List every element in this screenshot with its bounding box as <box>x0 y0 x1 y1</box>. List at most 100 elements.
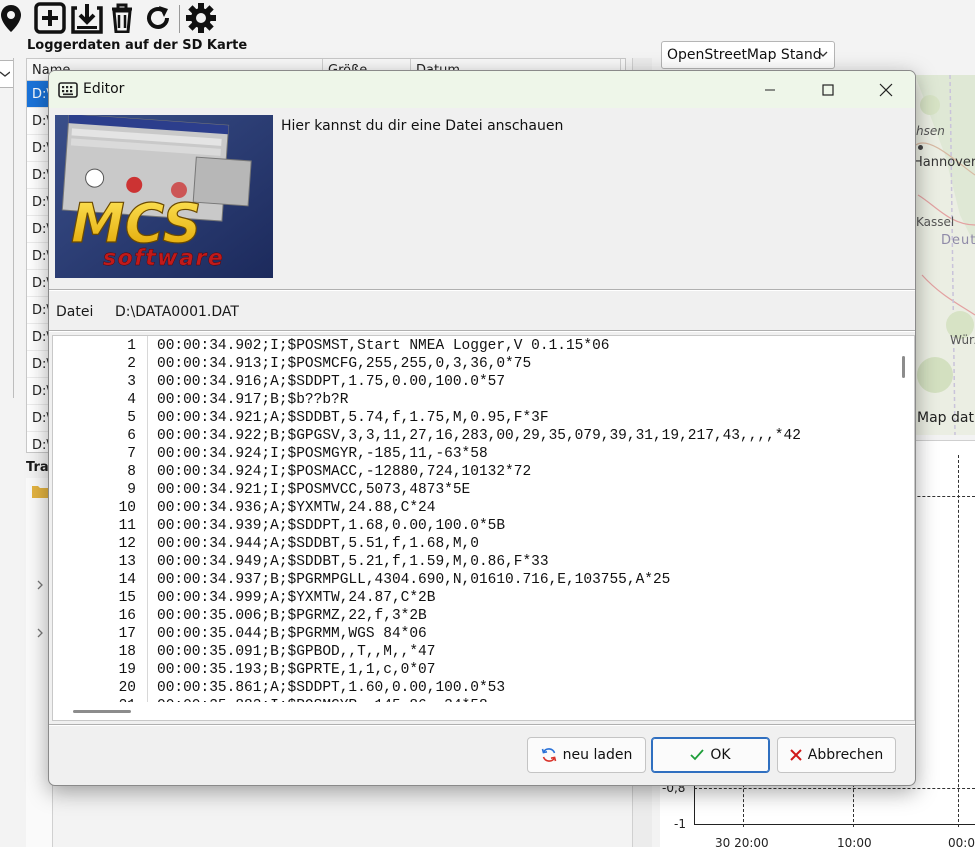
vertical-scroll-thumb[interactable] <box>902 356 905 378</box>
folder-icon <box>32 486 48 498</box>
toolbar-divider <box>179 5 180 33</box>
ok-button[interactable]: OK <box>651 737 770 773</box>
location-icon[interactable] <box>0 2 22 34</box>
horizontal-scroll-thumb[interactable] <box>73 710 131 713</box>
line-text: 00:00:34.917;B;$b??b?R <box>157 392 349 408</box>
map-label-town: Würz <box>950 333 975 347</box>
line-text: 00:00:34.944;A;$SDDBT,5.51,f,1.68,M,0 <box>157 536 479 552</box>
code-line[interactable]: 2 00:00:34.913;I;$POSMCFG,255,255,0,3,36,… <box>53 356 896 374</box>
code-line[interactable]: 6 00:00:34.922;B;$GPGSV,3,3,11,27,16,283,… <box>53 428 896 446</box>
dialog-titlebar[interactable]: Editor <box>49 71 915 108</box>
code-line[interactable]: 13 00:00:34.949;A;$SDDBT,5.21,f,1.59,M,0.… <box>53 554 896 572</box>
code-line[interactable]: 4 00:00:34.917;B;$b??b?R <box>53 392 896 410</box>
code-area[interactable]: 1 00:00:34.902;I;$POSMST,Start NMEA Logge… <box>53 336 896 704</box>
line-number: 15 <box>118 590 136 606</box>
info-text: Hier kannst du dir eine Datei anschauen <box>281 118 564 134</box>
chevron-right-icon <box>37 628 43 638</box>
minimize-button[interactable] <box>741 71 799 108</box>
editor-dialog: Editor MCS software Hier kannst du dir e… <box>48 70 916 786</box>
code-line[interactable]: 10 00:00:34.936;A;$YXMTW,24.88,C*24 <box>53 500 896 518</box>
file-content-editor[interactable]: 1 00:00:34.902;I;$POSMST,Start NMEA Logge… <box>52 335 915 721</box>
chart-tick-label: 00:0 <box>948 836 975 847</box>
banner-sub-text: software <box>103 246 224 271</box>
line-text: 00:00:34.924;I;$POSMGYR,-185,11,-63*58 <box>157 446 488 462</box>
line-number: 18 <box>118 644 136 660</box>
page-title: Loggerdaten auf der SD Karte <box>27 38 248 53</box>
line-number: 2 <box>127 356 136 372</box>
maximize-icon <box>822 83 834 96</box>
line-number: 12 <box>118 536 136 552</box>
vertical-scrollbar[interactable] <box>894 336 914 704</box>
code-line[interactable]: 15 00:00:34.999;A;$YXMTW,24.87,C*2B <box>53 590 896 608</box>
horizontal-scrollbar[interactable] <box>53 702 896 720</box>
code-line[interactable]: 12 00:00:34.944;A;$SDDBT,5.51,f,1.68,M,0 <box>53 536 896 554</box>
chart-gridline <box>694 788 975 789</box>
code-line[interactable]: 8 00:00:34.924;I;$POSMACC,-12880,724,1013… <box>53 464 896 482</box>
line-text: 00:00:34.921;A;$SDDBT,5.74,f,1.75,M,0.95… <box>157 410 549 426</box>
line-number: 11 <box>118 518 136 534</box>
line-number: 3 <box>127 374 136 390</box>
chart-tick-label: 30 20:00 <box>715 836 769 847</box>
maximize-button[interactable] <box>799 71 857 108</box>
download-icon[interactable] <box>70 2 104 34</box>
trash-icon[interactable] <box>108 2 136 34</box>
divider <box>49 289 915 291</box>
line-number: 5 <box>127 410 136 426</box>
chevron-down-icon <box>818 51 828 57</box>
line-number: 1 <box>127 338 136 354</box>
code-line[interactable]: 7 00:00:34.924;I;$POSMGYR,-185,11,-63*58 <box>53 446 896 464</box>
line-number: 16 <box>118 608 136 624</box>
chart-tick-label: -1 <box>674 817 686 831</box>
mcs-software-banner: MCS software <box>55 115 273 278</box>
code-line[interactable]: 1 00:00:34.902;I;$POSMST,Start NMEA Logge… <box>53 338 896 356</box>
chevron-right-icon <box>37 580 43 590</box>
map-provider-select[interactable]: OpenStreetMap Stand <box>661 41 835 69</box>
line-number: 19 <box>118 662 136 678</box>
file-path: D:\DATA0001.DAT <box>115 304 239 320</box>
code-line[interactable]: 9 00:00:34.921;I;$POSMVCC,5073,4873*5E <box>53 482 896 500</box>
line-number: 8 <box>127 464 136 480</box>
line-text: 00:00:34.937;B;$PGRMPGLL,4304.690,N,0161… <box>157 572 671 588</box>
line-number: 9 <box>127 482 136 498</box>
code-line[interactable]: 19 00:00:35.193;B;$GPRTE,1,1,c,0*07 <box>53 662 896 680</box>
chart-tick-label: 10:00 <box>837 836 872 847</box>
code-line[interactable]: 18 00:00:35.091;B;$GPBOD,,T,,M,,*47 <box>53 644 896 662</box>
refresh-icon[interactable] <box>143 2 173 34</box>
minimize-icon <box>765 89 775 90</box>
left-panel <box>0 58 14 398</box>
code-line[interactable]: 16 00:00:35.006;B;$PGRMZ,22,f,3*2B <box>53 608 896 626</box>
line-number: 20 <box>118 680 136 696</box>
map-credit: Map dat <box>917 410 974 426</box>
reload-label: neu laden <box>562 747 633 763</box>
tracks-label: Tra <box>26 460 49 475</box>
line-text: 00:00:35.861;A;$SDDPT,1.60,0.00,100.0*53 <box>157 680 506 696</box>
map-label-hannover: Hannover <box>913 155 975 170</box>
line-number: 4 <box>127 392 136 408</box>
reload-icon <box>541 748 556 762</box>
ok-label: OK <box>710 747 731 763</box>
line-text: 00:00:35.006;B;$PGRMZ,22,f,3*2B <box>157 608 427 624</box>
dialog-title: Editor <box>83 81 125 97</box>
cancel-button[interactable]: Abbrechen <box>777 737 896 773</box>
line-text: 00:00:34.921;I;$POSMVCC,5073,4873*5E <box>157 482 471 498</box>
reload-button[interactable]: neu laden <box>527 737 646 773</box>
add-icon[interactable] <box>33 2 67 34</box>
line-text: 00:00:34.999;A;$YXMTW,24.87,C*2B <box>157 590 436 606</box>
code-line[interactable]: 3 00:00:34.916;A;$SDDPT,1.75,0.00,100.0*5… <box>53 374 896 392</box>
chart-gridline <box>958 455 959 827</box>
line-number: 14 <box>118 572 136 588</box>
checkmark-icon <box>690 749 705 761</box>
line-text: 00:00:34.936;A;$YXMTW,24.88,C*24 <box>157 500 436 516</box>
code-line[interactable]: 17 00:00:35.044;B;$PGRMM,WGS 84*06 <box>53 626 896 644</box>
line-text: 00:00:34.902;I;$POSMST,Start NMEA Logger… <box>157 338 610 354</box>
close-button[interactable] <box>857 71 915 108</box>
code-line[interactable]: 11 00:00:34.939;A;$SDDPT,1.68,0.00,100.0*… <box>53 518 896 536</box>
line-text: 00:00:35.091;B;$GPBOD,,T,,M,,*47 <box>157 644 436 660</box>
code-line[interactable]: 14 00:00:34.937;B;$PGRMPGLL,4304.690,N,01… <box>53 572 896 590</box>
code-line[interactable]: 20 00:00:35.861;A;$SDDPT,1.60,0.00,100.0*… <box>53 680 896 698</box>
code-line[interactable]: 5 00:00:34.921;A;$SDDBT,5.74,f,1.75,M,0.9… <box>53 410 896 428</box>
line-number: 7 <box>127 446 136 462</box>
keyboard-icon <box>58 82 78 98</box>
gear-icon[interactable] <box>184 2 218 34</box>
line-text: 00:00:34.913;I;$POSMCFG,255,255,0,3,36,0… <box>157 356 532 372</box>
